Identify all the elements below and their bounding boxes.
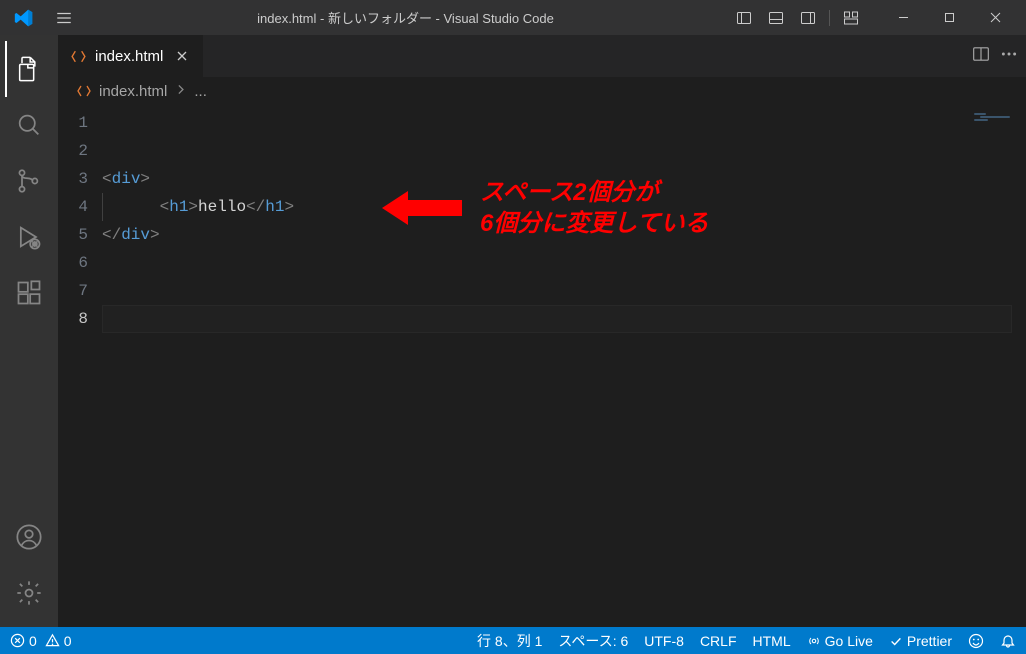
status-bell-icon[interactable] (1000, 633, 1016, 649)
line-number: 7 (58, 277, 88, 305)
editor[interactable]: 12345678 (58, 105, 1026, 627)
code-line[interactable]: </div> (102, 221, 1026, 249)
status-language[interactable]: HTML (753, 633, 791, 649)
activity-search-icon[interactable] (5, 97, 53, 153)
chevron-right-icon (174, 83, 187, 100)
tab-close-icon[interactable] (173, 47, 191, 65)
split-editor-icon[interactable] (972, 45, 990, 68)
line-number: 4 (58, 193, 88, 221)
tab-index-html[interactable]: index.html (58, 35, 204, 77)
activity-explorer-icon[interactable] (5, 41, 53, 97)
layout-controls (729, 3, 866, 33)
line-number-gutter: 12345678 (58, 105, 102, 627)
code-line[interactable] (102, 109, 1026, 137)
code-line[interactable]: <div> (102, 165, 1026, 193)
html-file-icon (70, 48, 87, 65)
status-warnings[interactable]: 0 (45, 633, 72, 649)
more-actions-icon[interactable] (1000, 45, 1018, 68)
activity-source-control-icon[interactable] (5, 153, 53, 209)
close-window-button[interactable] (972, 0, 1018, 35)
window-title: index.html - 新しいフォルダー - Visual Studio Co… (88, 8, 723, 27)
code-line[interactable] (102, 137, 1026, 165)
breadcrumb-ellipsis: ... (194, 83, 207, 100)
titlebar: index.html - 新しいフォルダー - Visual Studio Co… (0, 0, 1026, 35)
line-number: 3 (58, 165, 88, 193)
code-area[interactable]: スペース2個分が 6個分に変更している <div> <h1>hello</h1>… (102, 105, 1026, 627)
line-number: 1 (58, 109, 88, 137)
status-golive[interactable]: Go Live (807, 633, 873, 649)
html-file-icon (76, 83, 92, 99)
line-number: 5 (58, 221, 88, 249)
breadcrumb-file: index.html (99, 83, 167, 100)
status-bar: 0 0 行 8、列 1 スペース: 6 UTF-8 CRLF HTML Go L… (0, 627, 1026, 654)
divider (829, 10, 830, 26)
code-line[interactable]: <h1>hello</h1> (102, 193, 1026, 221)
line-number: 2 (58, 137, 88, 165)
activity-bar (0, 35, 58, 627)
maximize-button[interactable] (926, 0, 972, 35)
toggle-panel-bottom-icon[interactable] (761, 3, 791, 33)
status-cursor[interactable]: 行 8、列 1 (477, 631, 542, 651)
tab-label: index.html (95, 48, 163, 65)
code-line[interactable] (102, 305, 1026, 333)
breadcrumbs[interactable]: index.html ... (58, 77, 1026, 105)
toggle-panel-right-icon[interactable] (793, 3, 823, 33)
activity-accounts-icon[interactable] (5, 509, 53, 565)
vscode-logo-icon (14, 8, 34, 28)
hamburger-menu-icon[interactable] (46, 4, 82, 32)
toggle-panel-left-icon[interactable] (729, 3, 759, 33)
status-errors[interactable]: 0 (10, 633, 37, 649)
status-feedback-icon[interactable] (968, 633, 984, 649)
activity-settings-icon[interactable] (5, 565, 53, 621)
code-line[interactable] (102, 277, 1026, 305)
status-encoding[interactable]: UTF-8 (644, 633, 684, 649)
customize-layout-icon[interactable] (836, 3, 866, 33)
code-line[interactable] (102, 249, 1026, 277)
activity-extensions-icon[interactable] (5, 265, 53, 321)
minimap[interactable] (946, 105, 1026, 135)
window-controls (880, 0, 1018, 35)
minimize-button[interactable] (880, 0, 926, 35)
status-spaces[interactable]: スペース: 6 (558, 631, 628, 651)
status-prettier[interactable]: Prettier (889, 633, 952, 649)
line-number: 8 (58, 305, 88, 333)
status-eol[interactable]: CRLF (700, 633, 737, 649)
activity-run-debug-icon[interactable] (5, 209, 53, 265)
tabs-row: index.html (58, 35, 1026, 77)
line-number: 6 (58, 249, 88, 277)
